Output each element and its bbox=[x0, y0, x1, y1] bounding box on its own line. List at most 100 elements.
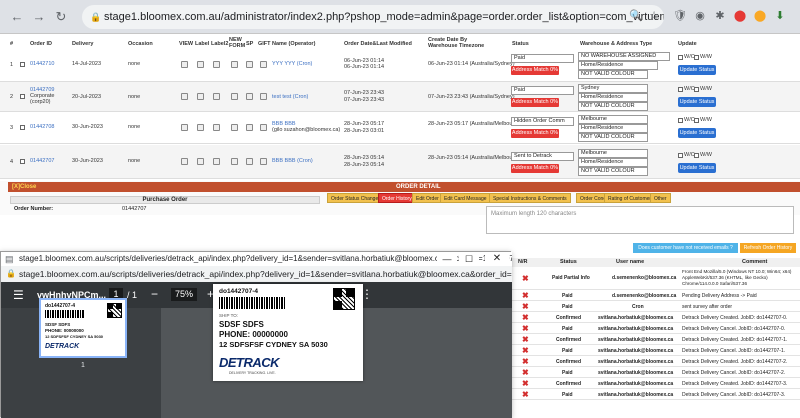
maximize-icon[interactable]: ☐ bbox=[459, 252, 479, 266]
wc-checkbox[interactable] bbox=[678, 153, 683, 158]
tab-other[interactable]: Other bbox=[650, 193, 671, 203]
colour-select[interactable]: NOT VALID COLOUR bbox=[578, 70, 648, 79]
delete-icon[interactable]: ✖ bbox=[522, 274, 529, 283]
view-icon[interactable] bbox=[181, 124, 188, 131]
colour-select[interactable]: NOT VALID COLOUR bbox=[578, 133, 648, 142]
delete-icon[interactable]: ✖ bbox=[522, 390, 529, 399]
new-form-icon[interactable] bbox=[231, 158, 238, 165]
new-form-icon[interactable] bbox=[231, 61, 238, 68]
back-icon[interactable]: ← bbox=[8, 8, 26, 26]
close-detail-link[interactable]: [X]Close bbox=[12, 182, 36, 192]
wc-checkbox[interactable] bbox=[678, 87, 683, 92]
ww-checkbox[interactable] bbox=[694, 87, 699, 92]
forward-icon[interactable]: → bbox=[30, 8, 48, 26]
update-status-button[interactable]: Update Status bbox=[678, 163, 716, 173]
new-form-icon[interactable] bbox=[231, 124, 238, 131]
delete-icon[interactable]: ✖ bbox=[522, 335, 529, 344]
label-icon[interactable] bbox=[197, 158, 204, 165]
update-status-button[interactable]: Update Status bbox=[678, 97, 716, 107]
minimize-icon[interactable]: — bbox=[437, 252, 457, 266]
delete-icon[interactable]: ✖ bbox=[522, 302, 529, 311]
ww-checkbox[interactable] bbox=[694, 55, 699, 60]
menu-icon[interactable]: ☰ bbox=[13, 288, 24, 302]
row-checkbox[interactable] bbox=[20, 159, 25, 164]
row-checkbox[interactable] bbox=[20, 62, 25, 67]
bookmark-star-icon[interactable]: ☆ bbox=[646, 8, 662, 24]
popup-address-bar[interactable]: 🔒 stage1.bloomex.com.au/scripts/deliveri… bbox=[1, 266, 512, 282]
search-icon[interactable]: 🔍 bbox=[628, 8, 644, 24]
tab-order-history[interactable]: Order History bbox=[378, 193, 416, 203]
warehouse-select[interactable]: NO WAREHOUSE ASSIGNED bbox=[578, 52, 670, 61]
view-icon[interactable] bbox=[181, 61, 188, 68]
download-icon[interactable]: ⬇ bbox=[772, 8, 788, 24]
gift-icon[interactable] bbox=[260, 124, 267, 131]
extension-circle-icon[interactable]: ◉ bbox=[692, 8, 708, 24]
extension-shield-icon[interactable]: 🛡 bbox=[672, 8, 688, 24]
address-type-select[interactable]: Home/Residence bbox=[578, 93, 648, 102]
row-checkbox[interactable] bbox=[20, 125, 25, 130]
label2-icon[interactable] bbox=[213, 61, 220, 68]
order-id-link[interactable]: 01442708 bbox=[30, 124, 54, 130]
refresh-history-button[interactable]: Refresh Order History bbox=[740, 243, 796, 253]
sp-icon[interactable] bbox=[246, 158, 253, 165]
extension-red-icon[interactable]: ⬤ bbox=[732, 8, 748, 24]
address-type-select[interactable]: Home/Residence bbox=[578, 158, 648, 167]
colour-select[interactable]: NOT VALID COLOUR bbox=[578, 102, 648, 111]
extension-yellow-icon[interactable]: ⬤ bbox=[752, 8, 768, 24]
view-icon[interactable] bbox=[181, 93, 188, 100]
new-form-icon[interactable] bbox=[231, 93, 238, 100]
close-window-icon[interactable]: ✕ bbox=[485, 252, 509, 266]
address-match-badge[interactable]: Address Match 0% bbox=[511, 129, 559, 138]
status-select[interactable]: Hidden Order Comm bbox=[511, 117, 574, 126]
customer-name-link[interactable]: BBB BBB (Cron) bbox=[272, 158, 313, 164]
zoom-input[interactable]: 75% bbox=[171, 288, 197, 301]
status-select[interactable]: Paid bbox=[511, 86, 574, 95]
delete-icon[interactable]: ✖ bbox=[522, 379, 529, 388]
delete-icon[interactable]: ✖ bbox=[522, 313, 529, 322]
tab-order-status-change[interactable]: Order Status Change bbox=[327, 193, 383, 203]
address-bar[interactable]: 🔒 stage1.bloomex.com.au/administrator/in… bbox=[82, 5, 664, 29]
status-select[interactable]: Paid bbox=[511, 54, 574, 63]
gift-icon[interactable] bbox=[260, 93, 267, 100]
warehouse-select[interactable]: Melbourne bbox=[578, 149, 648, 158]
delete-icon[interactable]: ✖ bbox=[522, 357, 529, 366]
address-type-select[interactable]: Home/Residence bbox=[578, 61, 658, 70]
tab-rating-of-customer[interactable]: Rating of Customer bbox=[604, 193, 656, 203]
customer-name-link[interactable]: YYY YYY (Cron) bbox=[272, 61, 312, 67]
wc-checkbox[interactable] bbox=[678, 55, 683, 60]
order-id-link[interactable]: 01442710 bbox=[30, 61, 54, 67]
view-icon[interactable] bbox=[181, 158, 188, 165]
zoom-out-icon[interactable]: − bbox=[151, 287, 158, 301]
label2-icon[interactable] bbox=[213, 93, 220, 100]
comment-textarea[interactable]: Maximum length 120 characters bbox=[486, 206, 794, 234]
extension-puzzle-icon[interactable]: ✱ bbox=[712, 8, 728, 24]
sp-icon[interactable] bbox=[246, 124, 253, 131]
site-info-icon[interactable]: 🔒 bbox=[90, 5, 101, 29]
delete-icon[interactable]: ✖ bbox=[522, 324, 529, 333]
delete-icon[interactable]: ✖ bbox=[522, 346, 529, 355]
label-icon[interactable] bbox=[197, 61, 204, 68]
wc-checkbox[interactable] bbox=[678, 118, 683, 123]
page-thumbnail[interactable]: do1442707-4 SDSF SDFS PHONE: 00000000 12… bbox=[39, 298, 127, 358]
label2-icon[interactable] bbox=[213, 158, 220, 165]
tab-special-instructions[interactable]: Special Instructions & Comments bbox=[489, 193, 571, 203]
address-type-select[interactable]: Home/Residence bbox=[578, 124, 648, 133]
not-received-emails-button[interactable]: Does customer have not received emails ? bbox=[633, 243, 738, 253]
update-status-button[interactable]: Update Status bbox=[678, 65, 716, 75]
order-id-link[interactable]: 01442707 bbox=[30, 158, 54, 164]
label-icon[interactable] bbox=[197, 93, 204, 100]
gift-icon[interactable] bbox=[260, 61, 267, 68]
colour-select[interactable]: NOT VALID COLOUR bbox=[578, 167, 648, 176]
update-status-button[interactable]: Update Status bbox=[678, 128, 716, 138]
tab-edit-order[interactable]: Edit Order bbox=[412, 193, 443, 203]
tab-edit-card-message[interactable]: Edit Card Message bbox=[440, 193, 491, 203]
label2-icon[interactable] bbox=[213, 124, 220, 131]
sp-icon[interactable] bbox=[246, 93, 253, 100]
ww-checkbox[interactable] bbox=[694, 118, 699, 123]
reload-icon[interactable]: ↻ bbox=[52, 8, 70, 26]
label-icon[interactable] bbox=[197, 124, 204, 131]
delete-icon[interactable]: ✖ bbox=[522, 368, 529, 377]
address-match-badge[interactable]: Address Match 0% bbox=[511, 66, 559, 75]
address-match-badge[interactable]: Address Match 0% bbox=[511, 98, 559, 107]
sp-icon[interactable] bbox=[246, 61, 253, 68]
